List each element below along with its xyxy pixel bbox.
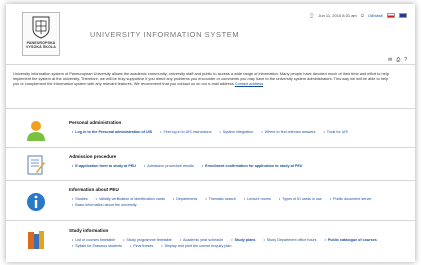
link-programme-timetable[interactable]: Study programme timetable	[123, 238, 172, 242]
datetime: Jun 11, 2015 8:31 am	[318, 13, 357, 18]
window: PANEUROPSKÁ VYSOKÁ ŠKOLA UNIVERSITY INFO…	[6, 4, 415, 262]
link-login-personal-admin[interactable]: Log in to the Personal administration of…	[72, 130, 152, 134]
books-icon	[28, 231, 44, 249]
section-title: Study information	[69, 228, 109, 233]
link-basic-university-info[interactable]: Basic information about the university	[72, 203, 137, 207]
link-e-application[interactable]: E-application form to study at PEU	[72, 164, 136, 168]
link-tools-for-uis[interactable]: Tools for UIS	[324, 130, 348, 134]
contact-address-link[interactable]: Contact address	[235, 81, 263, 86]
toolbar-icons: ✉ ⎙ ?	[388, 57, 407, 63]
section-links: Studies Validity verification of identif…	[72, 196, 402, 208]
intro-text: University information system of Paneuro…	[13, 71, 389, 86]
logout-link[interactable]: Odhlásiť	[368, 13, 383, 18]
section-title: Personal administration	[69, 120, 122, 125]
form-document-icon	[27, 155, 45, 175]
flag-english-icon[interactable]	[399, 13, 407, 18]
link-enrollment-confirmation[interactable]: Enrollment confirmation for application …	[202, 164, 303, 168]
link-academic-year-schedule[interactable]: Academic year schedule	[180, 238, 223, 242]
link-id-card-types[interactable]: Types of ID cards in use	[279, 197, 322, 201]
section-title: Information about PEU	[69, 187, 119, 192]
link-course-timetable[interactable]: List of courses timetable	[72, 238, 115, 242]
person-icon	[27, 121, 45, 141]
section-links: E-application form to study at PEU Admis…	[72, 163, 402, 169]
link-id-card-validity[interactable]: Validity verification of identification …	[96, 197, 165, 201]
link-thematic-search[interactable]: Thematic search	[205, 197, 236, 201]
logo-text: PANEUROPSKÁ VYSOKÁ ŠKOLA	[26, 41, 56, 49]
university-logo[interactable]: PANEUROPSKÁ VYSOKÁ ŠKOLA	[22, 12, 60, 56]
link-study-office-hours[interactable]: Study Department office hours	[263, 238, 316, 242]
help-icon[interactable]: ?	[404, 57, 407, 63]
clock-icon: ⌚	[309, 13, 315, 18]
logo-text-line2: VYSOKÁ ŠKOLA	[26, 45, 56, 50]
link-departments[interactable]: Departments	[173, 197, 197, 201]
link-erasmus-syllabi[interactable]: Syllabi for Erasmus students	[72, 244, 122, 248]
flag-slovak-icon[interactable]	[387, 13, 395, 18]
print-icon[interactable]: ⎙	[396, 57, 400, 63]
link-studies[interactable]: Studies	[72, 197, 88, 201]
link-where-to-find-answers[interactable]: Where to find relevant answers	[261, 130, 315, 134]
divider	[6, 64, 415, 65]
link-admission-results[interactable]: Admission procedure results	[144, 164, 194, 168]
info-icon	[27, 193, 45, 211]
divider	[6, 147, 415, 148]
link-lecture-rooms[interactable]: Lecture rooms	[244, 197, 271, 201]
crest-icon	[32, 16, 50, 39]
section-links: List of courses timetable Study programm…	[72, 237, 402, 249]
link-first-login-instructions[interactable]: First log in to UIS instructions	[160, 130, 211, 134]
link-course-enquiry-plan[interactable]: Display and print the course enquiry pla…	[161, 244, 231, 248]
link-public-document-server[interactable]: Public document server	[330, 197, 372, 201]
link-study-plans[interactable]: Study plans	[231, 238, 255, 242]
system-title: UNIVERSITY INFORMATION SYSTEM	[90, 30, 240, 39]
divider	[6, 180, 415, 181]
section-title: Admission procedure	[69, 154, 117, 159]
link-final-theses[interactable]: Final theses	[130, 244, 153, 248]
section-links: Log in to the Personal administration of…	[72, 129, 402, 135]
link-public-course-catalogue[interactable]: Public catalogue of courses	[325, 238, 377, 242]
page-header: PANEUROPSKÁ VYSOKÁ ŠKOLA UNIVERSITY INFO…	[6, 4, 415, 64]
top-bar: ⌚ Jun 11, 2015 8:31 am ⏻ Odhlásiť	[309, 13, 407, 18]
envelope-icon[interactable]: ✉	[388, 57, 392, 63]
divider	[6, 108, 415, 109]
logout-icon: ⏻	[360, 13, 364, 18]
intro-paragraph: University information system of Paneuro…	[13, 71, 393, 87]
divider	[6, 220, 415, 221]
link-system-integration[interactable]: System integration	[219, 130, 253, 134]
